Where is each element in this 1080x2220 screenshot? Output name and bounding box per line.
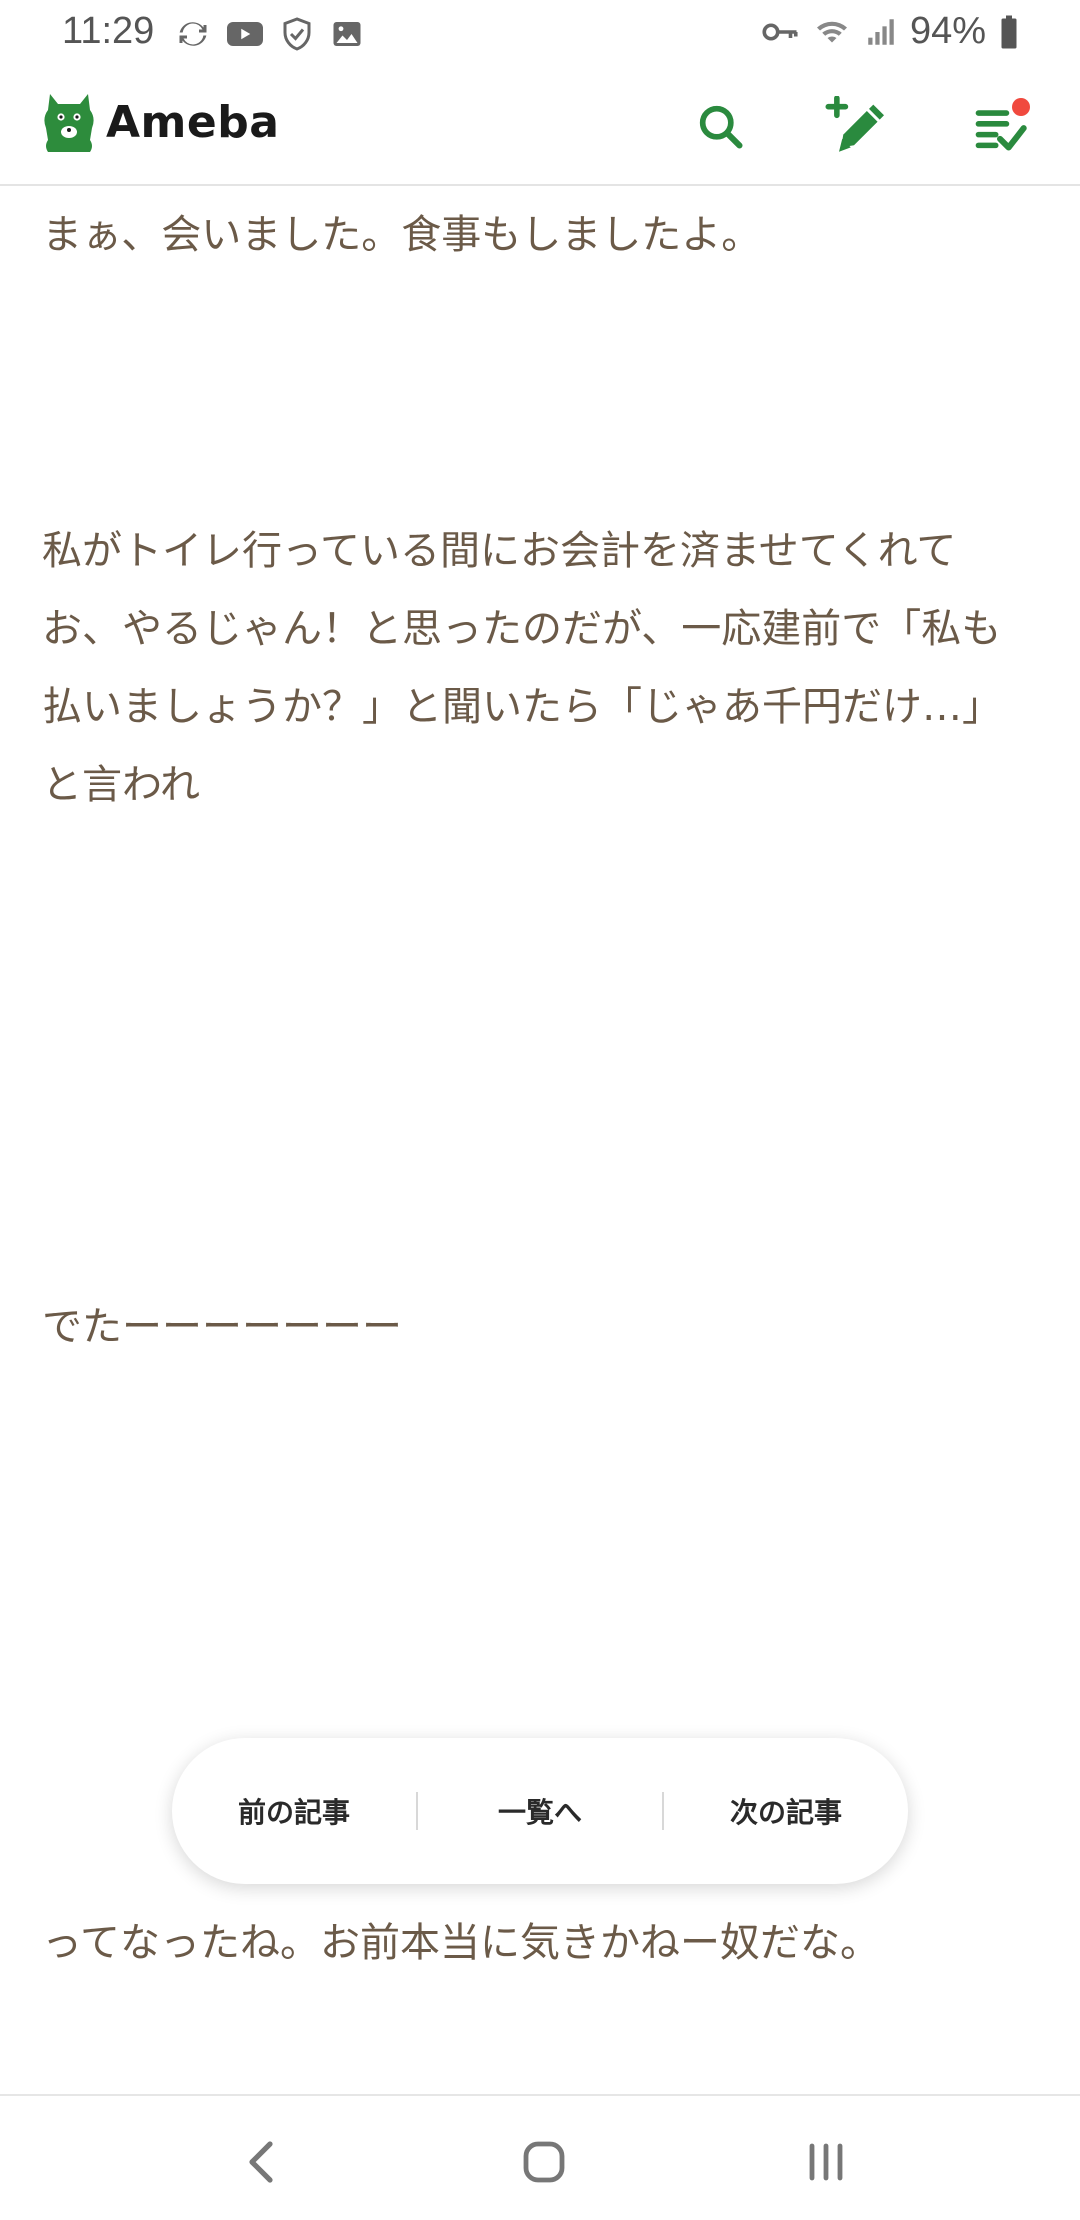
write-post-button[interactable] xyxy=(822,94,886,158)
screen: 11:29 94% Ameba まぁ、会いました。食事もしましたよ。 私がトイレ… xyxy=(0,0,1080,2220)
article-paragraph: でたーーーーーーー xyxy=(42,1304,402,1350)
recents-button[interactable] xyxy=(794,2130,858,2194)
shield-check-icon xyxy=(283,17,311,51)
article-list-button[interactable]: 一覧へ xyxy=(418,1791,662,1831)
ameba-logo[interactable]: Ameba xyxy=(40,88,279,156)
ameba-mascot-icon xyxy=(44,94,94,152)
battery-percent: 94% xyxy=(909,10,986,52)
home-button[interactable] xyxy=(512,2130,576,2194)
recents-icon xyxy=(809,2143,843,2181)
youtube-icon xyxy=(227,22,263,46)
back-button[interactable] xyxy=(230,2130,294,2194)
sync-icon xyxy=(179,22,207,46)
article-paragraph: 私がトイレ行っている間にお会計を済ませてくれてお、やるじゃん！と思ったのだが、一… xyxy=(42,528,1002,808)
vpn-key-icon xyxy=(762,22,798,41)
back-icon xyxy=(249,2141,273,2183)
app-header: Ameba xyxy=(0,68,1080,186)
status-bar: 11:29 94% xyxy=(0,0,1080,68)
battery-icon xyxy=(1001,15,1017,48)
prev-article-button[interactable]: 前の記事 xyxy=(172,1791,416,1831)
write-post-icon xyxy=(825,96,884,152)
gallery-icon xyxy=(333,22,361,46)
home-icon xyxy=(523,2141,565,2183)
feed-button[interactable] xyxy=(968,94,1032,158)
system-nav-bar xyxy=(0,2094,1080,2220)
next-article-button[interactable]: 次の記事 xyxy=(664,1791,908,1831)
notification-dot xyxy=(1012,98,1030,116)
article-nav-pill: 前の記事 一覧へ 次の記事 xyxy=(172,1738,908,1884)
status-left-icons xyxy=(175,16,365,52)
signal-icon xyxy=(868,18,894,45)
status-right: 94% xyxy=(760,10,1020,53)
search-icon xyxy=(699,105,743,149)
wifi-icon xyxy=(816,21,847,42)
search-button[interactable] xyxy=(688,94,752,158)
brand-name: Ameba xyxy=(106,96,280,148)
status-time: 11:29 xyxy=(62,10,155,52)
article-paragraph: まぁ、会いました。食事もしましたよ。 xyxy=(42,212,762,258)
article-paragraph: ってなったね。お前本当に気きかねー奴だな。 xyxy=(42,1920,880,1966)
